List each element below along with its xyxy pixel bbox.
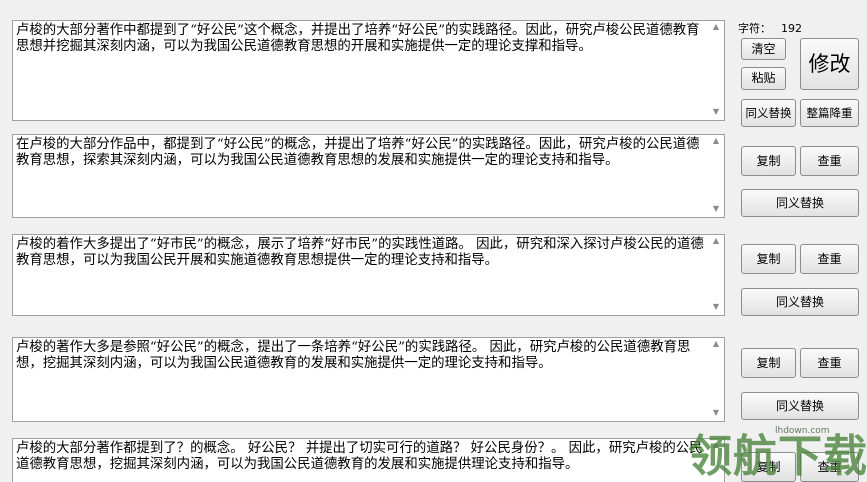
scroll-up-arrow-icon[interactable]: ▲ — [708, 135, 724, 147]
check-button-2[interactable]: 查重 — [800, 244, 859, 274]
scroll-up-arrow-icon[interactable]: ▲ — [708, 338, 724, 350]
result-3-scrollbar[interactable]: ▲ ▼ — [708, 338, 724, 421]
full-rewrite-button[interactable]: 整篇降重 — [800, 99, 859, 127]
check-button-1[interactable]: 查重 — [800, 146, 859, 176]
result-textarea-4[interactable]: 卢梭的大部分著作都提到了？的概念。 好公民？ 并提出了切实可行的道路？ 好公民身… — [12, 438, 725, 482]
source-scrollbar[interactable]: ▲ ▼ — [708, 21, 724, 120]
synonym-replace-button-2[interactable]: 同义替换 — [741, 288, 859, 316]
result-textarea-1[interactable]: 在卢梭的大部分作品中，都提到了“好公民”的概念，并提出了培养“好公民”的实践路径… — [12, 134, 725, 218]
result-text-3: 卢梭的著作大多是参照“好公民”的概念，提出了一条培养“好公民”的实践路径。 因此… — [16, 340, 691, 371]
char-count-value: 192 — [781, 22, 802, 35]
scroll-down-arrow-icon[interactable]: ▼ — [708, 301, 724, 313]
synonym-replace-button[interactable]: 同义替换 — [741, 99, 796, 127]
scroll-up-arrow-icon[interactable]: ▲ — [708, 235, 724, 247]
paste-button[interactable]: 粘贴 — [741, 67, 786, 90]
result-textarea-3[interactable]: 卢梭的著作大多是参照“好公民”的概念，提出了一条培养“好公民”的实践路径。 因此… — [12, 337, 725, 422]
synonym-replace-button-3[interactable]: 同义替换 — [741, 392, 859, 420]
result-text-1: 在卢梭的大部分作品中，都提到了“好公民”的概念，并提出了培养“好公民”的实践路径… — [16, 137, 700, 168]
result-text-2: 卢梭的着作大多提出了“好市民”的概念，展示了培养“好市民”的实践性道路。 因此，… — [16, 237, 704, 268]
char-count-label: 字符： — [738, 22, 771, 35]
source-textarea[interactable]: 卢梭的大部分著作中都提到了“好公民”这个概念，并提出了培养“好公民”的实践路径。… — [12, 20, 725, 121]
app-window: 卢梭的大部分著作中都提到了“好公民”这个概念，并提出了培养“好公民”的实践路径。… — [0, 0, 867, 482]
scroll-down-arrow-icon[interactable]: ▼ — [708, 106, 724, 118]
modify-button[interactable]: 修改 — [800, 38, 859, 90]
scroll-down-arrow-icon[interactable]: ▼ — [708, 203, 724, 215]
clear-button[interactable]: 清空 — [741, 38, 786, 60]
result-textarea-2[interactable]: 卢梭的着作大多提出了“好市民”的概念，展示了培养“好市民”的实践性道路。 因此，… — [12, 234, 725, 316]
scroll-up-arrow-icon[interactable]: ▲ — [708, 21, 724, 33]
watermark-url: lhdown.com — [775, 426, 830, 436]
result-text-4: 卢梭的大部分著作都提到了？的概念。 好公民？ 并提出了切实可行的道路？ 好公民身… — [16, 441, 703, 472]
synonym-replace-button-1[interactable]: 同义替换 — [741, 189, 859, 217]
source-text: 卢梭的大部分著作中都提到了“好公民”这个概念，并提出了培养“好公民”的实践路径。… — [16, 23, 700, 54]
result-2-scrollbar[interactable]: ▲ ▼ — [708, 235, 724, 315]
char-count: 字符： 192 — [738, 20, 802, 36]
copy-button-2[interactable]: 复制 — [741, 244, 796, 274]
check-button-3[interactable]: 查重 — [800, 348, 859, 378]
watermark: 领航下载 lhdown.com — [640, 420, 867, 482]
result-1-scrollbar[interactable]: ▲ ▼ — [708, 135, 724, 217]
scroll-down-arrow-icon[interactable]: ▼ — [708, 407, 724, 419]
copy-button-3[interactable]: 复制 — [741, 348, 796, 378]
copy-button-1[interactable]: 复制 — [741, 146, 796, 176]
